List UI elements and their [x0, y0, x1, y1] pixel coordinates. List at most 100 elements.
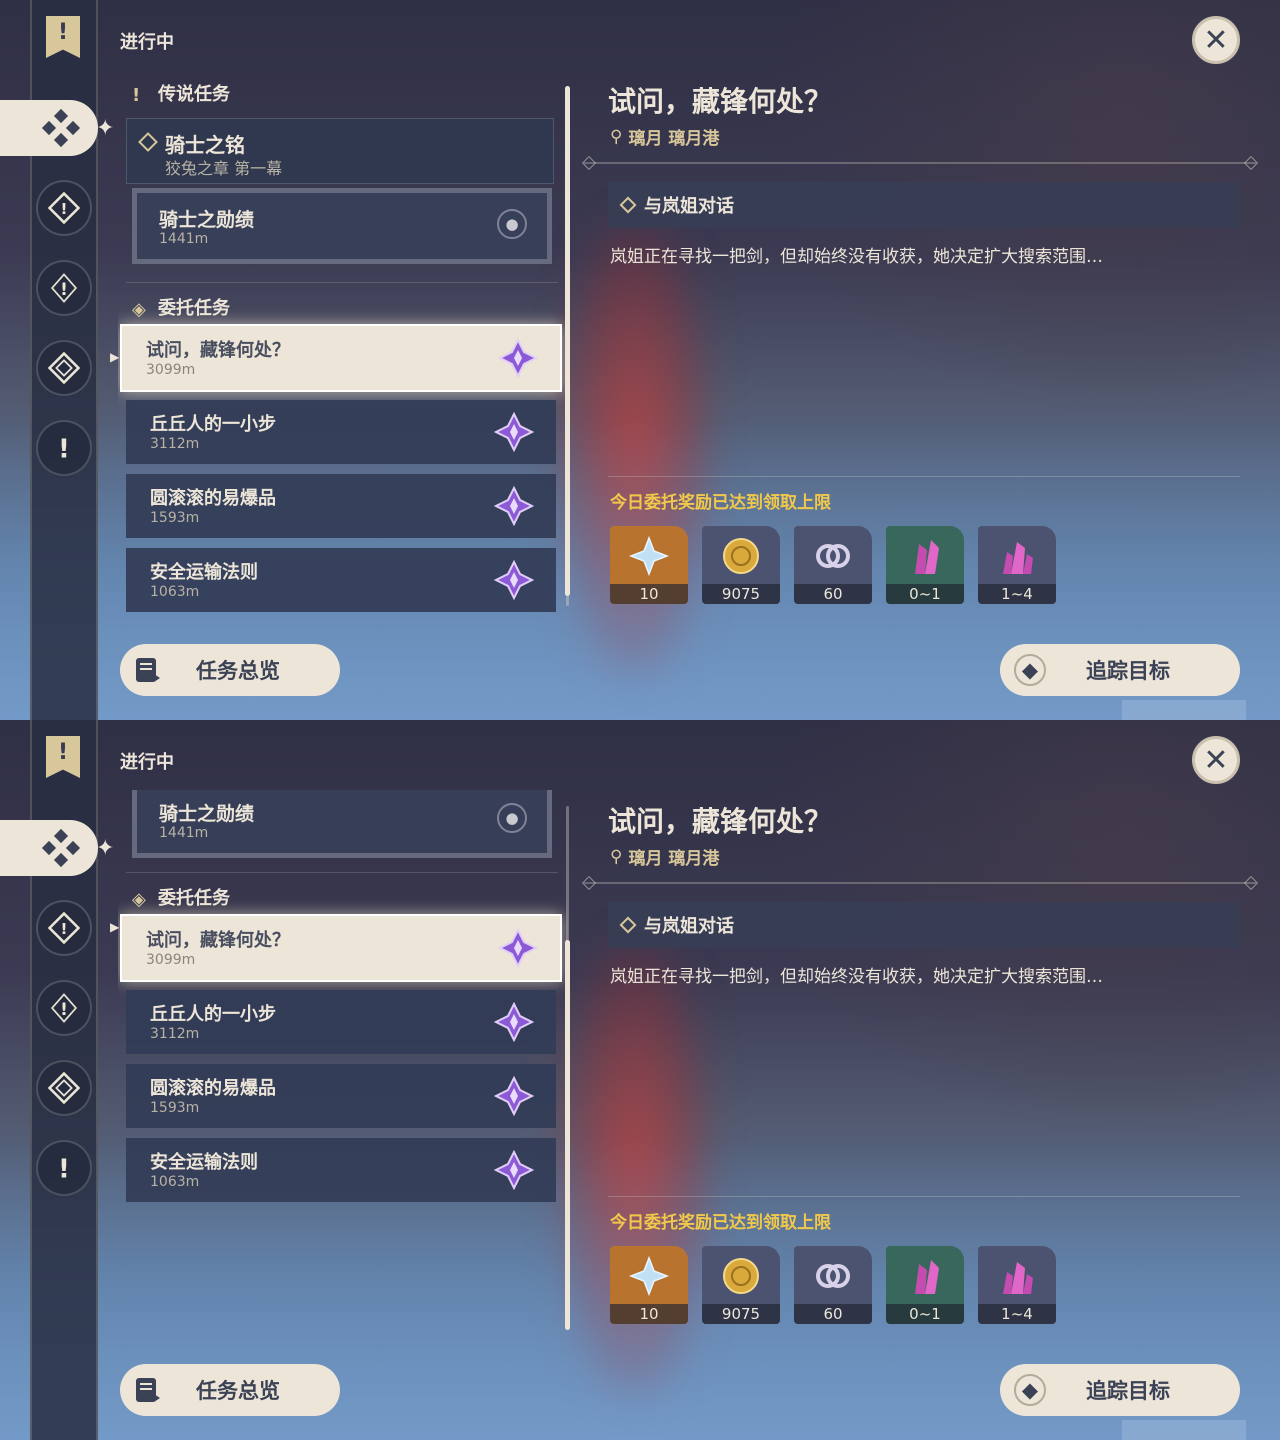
task-item[interactable]: 试问，藏锋何处？ 3099m — [120, 914, 562, 982]
task-item[interactable]: 丘丘人的一小步 3112m — [126, 990, 556, 1054]
crystal-cluster-icon — [1003, 1262, 1033, 1294]
track-target-button[interactable]: ◆ 追踪目标 — [1000, 644, 1240, 696]
primogem-icon — [629, 536, 669, 576]
sub-quest-card[interactable]: 骑士之勋绩 1441m ● — [132, 790, 552, 858]
task-item[interactable]: 试问，藏锋何处？ 3099m — [120, 324, 562, 392]
story-exclamation-icon: ! — [50, 993, 78, 1023]
sparkle-icon: ✦ — [96, 836, 115, 861]
location-pin-icon: ⚲ — [610, 126, 623, 147]
reward-companionship-exp[interactable]: 60 — [794, 1246, 872, 1324]
task-title: 安全运输法则 — [150, 1152, 258, 1173]
quest-list[interactable]: 骑士之勋绩 1441m ● ◈ 委托任务 试问，藏锋何处？ 3099m 丘丘人的… — [118, 790, 568, 1340]
reward-companionship-exp[interactable]: 60 — [794, 526, 872, 604]
task-title: 圆滚滚的易爆品 — [150, 1078, 276, 1099]
reward-crystal-cluster[interactable]: 1~4 — [978, 1246, 1056, 1324]
reward-amount: 60 — [794, 584, 872, 604]
quest-overview-button[interactable]: 任务总览 — [120, 644, 340, 696]
reward-mora[interactable]: 9075 — [702, 526, 780, 604]
divider — [608, 1196, 1240, 1197]
task-item[interactable]: 安全运输法则 1063m — [126, 548, 556, 612]
reward-mora[interactable]: 9075 — [702, 1246, 780, 1324]
commission-star-icon — [494, 1076, 534, 1116]
quest-list[interactable]: ! 传说任务 骑士之铭 狡兔之章 第一幕 骑士之勋绩 1441m ● ◈ 委托任… — [118, 70, 568, 620]
crystal-cluster-icon — [1003, 542, 1033, 574]
nav-world-tab[interactable] — [36, 340, 92, 396]
nav-event-tab[interactable]: ! — [36, 1140, 92, 1196]
task-distance: 3099m — [146, 362, 196, 378]
nav-story-tab[interactable]: ! — [36, 260, 92, 316]
map-pin-icon[interactable]: ● — [497, 803, 527, 833]
reward-primogem[interactable]: 10 — [610, 526, 688, 604]
task-item[interactable]: 圆滚滚的易爆品 1593m — [126, 474, 556, 538]
decorative-bar — [1122, 700, 1246, 720]
primogem-icon — [629, 1256, 669, 1296]
reward-amount: 9075 — [702, 584, 780, 604]
task-item[interactable]: 安全运输法则 1063m — [126, 1138, 556, 1202]
svg-text:!: ! — [61, 200, 68, 218]
quest-overview-button[interactable]: 任务总览 — [120, 1364, 340, 1416]
story-exclamation-icon: ! — [50, 273, 78, 303]
location-pin-icon: ⚲ — [610, 846, 623, 867]
status-label: 进行中 — [120, 752, 174, 773]
objective-diamond-icon — [619, 196, 637, 214]
close-button[interactable]: ✕ — [1192, 16, 1240, 64]
commission-star-icon — [494, 486, 534, 526]
companionship-icon — [816, 1264, 850, 1288]
sub-quest-distance: 1441m — [159, 825, 209, 841]
objective-diamond-icon — [619, 916, 637, 934]
quest-screen-2: ! ✦ ! ! ! 进行中 骑士之勋绩 1441m ● ◈ 委托任务 试问，藏锋… — [0, 720, 1280, 1440]
task-title: 丘丘人的一小步 — [150, 1004, 276, 1025]
four-diamond-icon — [41, 828, 81, 868]
task-item[interactable]: 丘丘人的一小步 3112m — [126, 400, 556, 464]
quest-title: 试问，藏锋何处？ — [608, 85, 833, 118]
sub-quest-title: 骑士之勋绩 — [159, 803, 255, 825]
legend-quest-subtitle: 狡兔之章 第一幕 — [165, 159, 283, 178]
quest-book-icon — [136, 658, 160, 682]
reward-amount: 60 — [794, 1304, 872, 1324]
quest-screen-1: ! ✦ ! ! ! 进行中 ! 传说任务 骑士之铭 狡兔之章 第一幕 骑士之勋绩… — [0, 0, 1280, 720]
reward-list: 10 9075 60 0~1 1~4 — [610, 1246, 1056, 1324]
nav-event-tab[interactable]: ! — [36, 420, 92, 476]
scrollbar-thumb[interactable] — [565, 940, 570, 1330]
reward-crystal-green[interactable]: 0~1 — [886, 1246, 964, 1324]
scrollbar-thumb[interactable] — [565, 86, 570, 596]
commission-diamond-icon: ◈ — [132, 889, 146, 910]
track-target-button[interactable]: ◆ 追踪目标 — [1000, 1364, 1240, 1416]
divider — [126, 282, 558, 283]
sub-quest-title: 骑士之勋绩 — [159, 209, 255, 231]
archon-diamond-icon: ! — [47, 191, 81, 225]
svg-text:!: ! — [61, 920, 68, 938]
nav-world-tab[interactable] — [36, 1060, 92, 1116]
sub-quest-card[interactable]: 骑士之勋绩 1441m ● — [132, 188, 552, 264]
quest-title: 试问，藏锋何处？ — [608, 805, 833, 838]
nav-commission-tab[interactable] — [0, 820, 98, 876]
commission-star-icon — [498, 928, 538, 968]
reward-crystal-green[interactable]: 0~1 — [886, 526, 964, 604]
task-distance: 1063m — [150, 584, 200, 600]
commission-section-header: ◈ 委托任务 — [132, 298, 230, 320]
world-diamond-icon — [47, 1071, 81, 1105]
task-distance: 3099m — [146, 952, 196, 968]
task-distance: 1593m — [150, 510, 200, 526]
reward-amount: 10 — [610, 1304, 688, 1324]
legend-quest-card[interactable]: 骑士之铭 狡兔之章 第一幕 — [126, 118, 554, 184]
close-button[interactable]: ✕ — [1192, 736, 1240, 784]
reward-crystal-cluster[interactable]: 1~4 — [978, 526, 1056, 604]
crystal-icon — [915, 1260, 939, 1294]
reward-list: 10 9075 60 0~1 1~4 — [610, 526, 1056, 604]
close-icon: ✕ — [1203, 22, 1229, 58]
selected-arrow-icon: ▶ — [110, 350, 120, 364]
svg-text:!: ! — [58, 1154, 70, 1184]
nav-archon-tab[interactable]: ! — [36, 900, 92, 956]
quest-description: 岚姐正在寻找一把剑，但却始终没有收获，她决定扩大搜索范围… — [610, 967, 1103, 987]
task-item[interactable]: 圆滚滚的易爆品 1593m — [126, 1064, 556, 1128]
nav-commission-tab[interactable] — [0, 100, 98, 156]
nav-story-tab[interactable]: ! — [36, 980, 92, 1036]
mora-coin-icon — [723, 1258, 759, 1294]
objective-bar: 与岚姐对话 — [608, 902, 1240, 948]
diamond-icon — [138, 132, 158, 152]
map-pin-icon[interactable]: ● — [497, 209, 527, 239]
reward-amount: 1~4 — [978, 1304, 1056, 1324]
reward-primogem[interactable]: 10 — [610, 1246, 688, 1324]
nav-archon-tab[interactable]: ! — [36, 180, 92, 236]
